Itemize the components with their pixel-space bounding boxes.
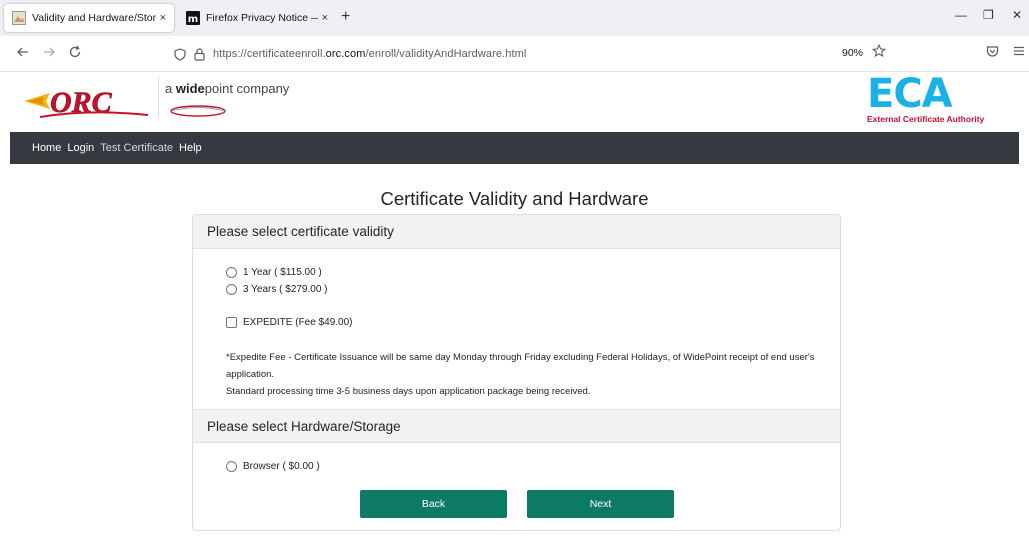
radio-button[interactable] [226, 461, 237, 472]
bookmark-star-icon[interactable] [871, 43, 887, 61]
minimize-icon[interactable]: — [955, 8, 967, 22]
expedite-checkbox[interactable] [226, 317, 237, 328]
shield-icon[interactable] [174, 47, 186, 61]
eca-logo[interactable]: ECA External Certificate Authority [865, 74, 1015, 126]
tab-title: Validity and Hardware/Storage [32, 12, 156, 24]
reload-icon[interactable] [68, 45, 82, 62]
browser-tab-bar: Validity and Hardware/Storage × m Firefo… [0, 0, 1029, 36]
tab-close-icon[interactable]: × [322, 12, 328, 24]
forward-arrow-icon[interactable] [42, 45, 56, 62]
new-tab-button[interactable]: + [341, 8, 350, 26]
tab-validity-hardware[interactable]: Validity and Hardware/Storage × [4, 4, 174, 32]
site-header: ORC a widepoint company ECA External Cer… [10, 73, 1019, 132]
standard-processing-note: Standard processing time 3-5 business da… [226, 386, 591, 397]
close-window-icon[interactable]: ✕ [1012, 8, 1022, 22]
eca-letters: ECA [867, 71, 953, 117]
logo-divider [158, 77, 159, 117]
validity-option-1-year[interactable]: 1 Year ( $115.00 ) [226, 267, 322, 278]
nav-test-certificate-link[interactable]: Test Certificate [100, 142, 173, 154]
nav-help-link[interactable]: Help [179, 142, 202, 154]
tab-close-icon[interactable]: × [160, 12, 166, 24]
validity-option-3-years[interactable]: 3 Years ( $279.00 ) [226, 284, 328, 295]
tab-firefox-privacy[interactable]: m Firefox Privacy Notice — Mozill × [178, 4, 336, 32]
widepoint-tagline: a widepoint company [165, 81, 290, 96]
tab-title: Firefox Privacy Notice — Mozill [206, 12, 318, 24]
hardware-option-browser[interactable]: Browser ( $0.00 ) [226, 461, 320, 472]
certificate-form-card: Please select certificate validity 1 Yea… [192, 214, 841, 531]
url-text: https://certificateenroll.orc.com/enroll… [213, 48, 527, 60]
eca-subtitle: External Certificate Authority [867, 114, 985, 124]
radio-button[interactable] [226, 284, 237, 295]
expedite-checkbox-row[interactable]: EXPEDITE (Fee $49.00) [226, 317, 353, 328]
processing-notes: *Expedite Fee - Certificate Issuance wil… [226, 349, 826, 400]
validity-section-header: Please select certificate validity [193, 215, 840, 249]
pocket-icon[interactable] [986, 45, 999, 61]
nav-home-link[interactable]: Home [32, 142, 61, 154]
nav-login-link[interactable]: Login [67, 142, 94, 154]
svg-text:m: m [188, 14, 198, 25]
back-button[interactable]: Back [360, 490, 507, 518]
widepoint-swoosh-logo [170, 105, 226, 117]
hamburger-menu-icon[interactable] [1013, 44, 1025, 60]
restore-icon[interactable]: ❐ [983, 8, 994, 22]
orc-logo[interactable]: ORC [20, 79, 150, 123]
next-button[interactable]: Next [527, 490, 674, 518]
site-nav: Home Login Test Certificate Help [10, 132, 1019, 164]
radio-button[interactable] [226, 267, 237, 278]
lock-icon[interactable] [194, 47, 205, 61]
url-bar[interactable]: https://certificateenroll.orc.com/enroll… [174, 41, 894, 67]
hardware-section-header: Please select Hardware/Storage [193, 409, 840, 443]
site-favicon-icon [12, 11, 26, 25]
page-title: Certificate Validity and Hardware [380, 188, 649, 209]
zoom-level-badge[interactable]: 90% [842, 47, 863, 59]
back-arrow-icon[interactable] [16, 45, 30, 62]
expedite-note: *Expedite Fee - Certificate Issuance wil… [226, 352, 815, 380]
mozilla-favicon-icon: m [186, 11, 200, 25]
